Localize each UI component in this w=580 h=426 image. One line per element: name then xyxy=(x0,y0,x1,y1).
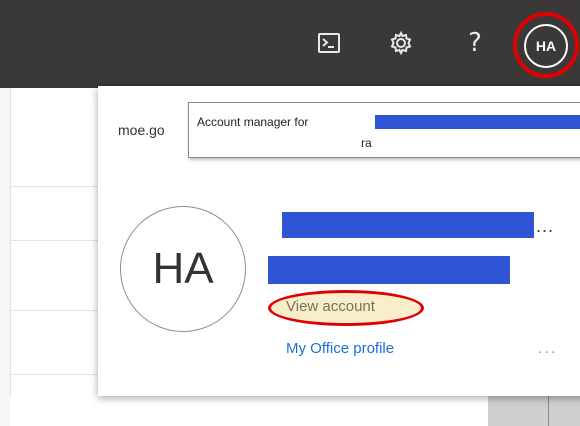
view-account-link[interactable]: View account xyxy=(286,298,375,315)
tooltip-account-fragment: ra xyxy=(361,136,372,150)
redacted-email xyxy=(268,256,510,284)
profile-avatar[interactable]: HA xyxy=(120,206,246,332)
account-avatar-button[interactable]: HA xyxy=(524,24,568,68)
background-divider xyxy=(10,310,100,311)
gear-icon[interactable] xyxy=(384,26,418,60)
help-icon[interactable]: ? xyxy=(458,26,492,60)
my-office-profile-link[interactable]: My Office profile xyxy=(286,340,394,357)
redacted-display-name xyxy=(282,212,534,238)
page: ? HA moe.go Account manager for ra HA ..… xyxy=(0,0,580,426)
left-rail xyxy=(0,88,11,426)
redacted-account-name xyxy=(375,115,580,129)
background-divider xyxy=(10,374,100,375)
organization-name: moe.go xyxy=(118,122,165,138)
background-separator xyxy=(548,396,549,426)
background-divider xyxy=(10,186,100,187)
more-options-button[interactable]: ... xyxy=(538,340,557,358)
account-manager-tooltip: Account manager for ra xyxy=(188,102,580,158)
top-navigation-bar: ? HA xyxy=(0,0,580,88)
tooltip-label: Account manager for xyxy=(197,115,309,129)
terminal-icon[interactable] xyxy=(312,26,346,60)
name-truncation-ellipsis: ... xyxy=(536,216,555,236)
background-gray-block xyxy=(488,396,580,426)
background-divider xyxy=(10,240,100,241)
account-manager-panel: moe.go Account manager for ra HA ... Vie… xyxy=(98,86,580,396)
